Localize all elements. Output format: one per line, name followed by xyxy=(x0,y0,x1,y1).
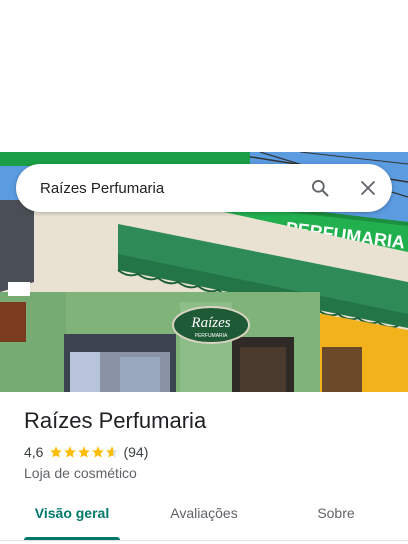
tab-visao-geral[interactable]: Visão geral xyxy=(24,496,120,540)
place-details-page: PERFUMARIA Raízes PERFUMARIA Raízes Perf… xyxy=(0,0,408,544)
tab-label: Avaliações xyxy=(170,505,238,521)
tab-label: Sobre xyxy=(317,505,355,521)
place-category: Loja de cosmético xyxy=(24,465,137,481)
review-count[interactable]: (94) xyxy=(123,444,148,460)
star-icon xyxy=(50,446,63,458)
star-icon xyxy=(64,446,77,458)
tab-avaliacoes[interactable]: Avaliações xyxy=(156,496,252,530)
search-icon[interactable] xyxy=(296,164,344,212)
oval-sign-text: Raízes xyxy=(190,315,230,331)
search-input[interactable]: Raízes Perfumaria xyxy=(40,180,296,197)
oval-sign-subtext: PERFUMARIA xyxy=(195,333,228,339)
rating-row[interactable]: 4,6 (94) xyxy=(24,444,148,460)
star-icon xyxy=(92,446,105,458)
active-tab-indicator xyxy=(24,537,120,540)
place-title: Raízes Perfumaria xyxy=(24,408,207,433)
rating-value: 4,6 xyxy=(24,444,44,460)
search-bar[interactable]: Raízes Perfumaria xyxy=(16,164,392,212)
star-half-icon xyxy=(106,446,119,458)
tab-bar: Visão geral Avaliações Sobre xyxy=(0,496,408,541)
close-icon[interactable] xyxy=(344,164,392,212)
star-icon xyxy=(78,446,91,458)
star-rating xyxy=(49,445,119,459)
tab-sobre[interactable]: Sobre xyxy=(292,496,380,530)
tab-label: Visão geral xyxy=(34,505,110,521)
